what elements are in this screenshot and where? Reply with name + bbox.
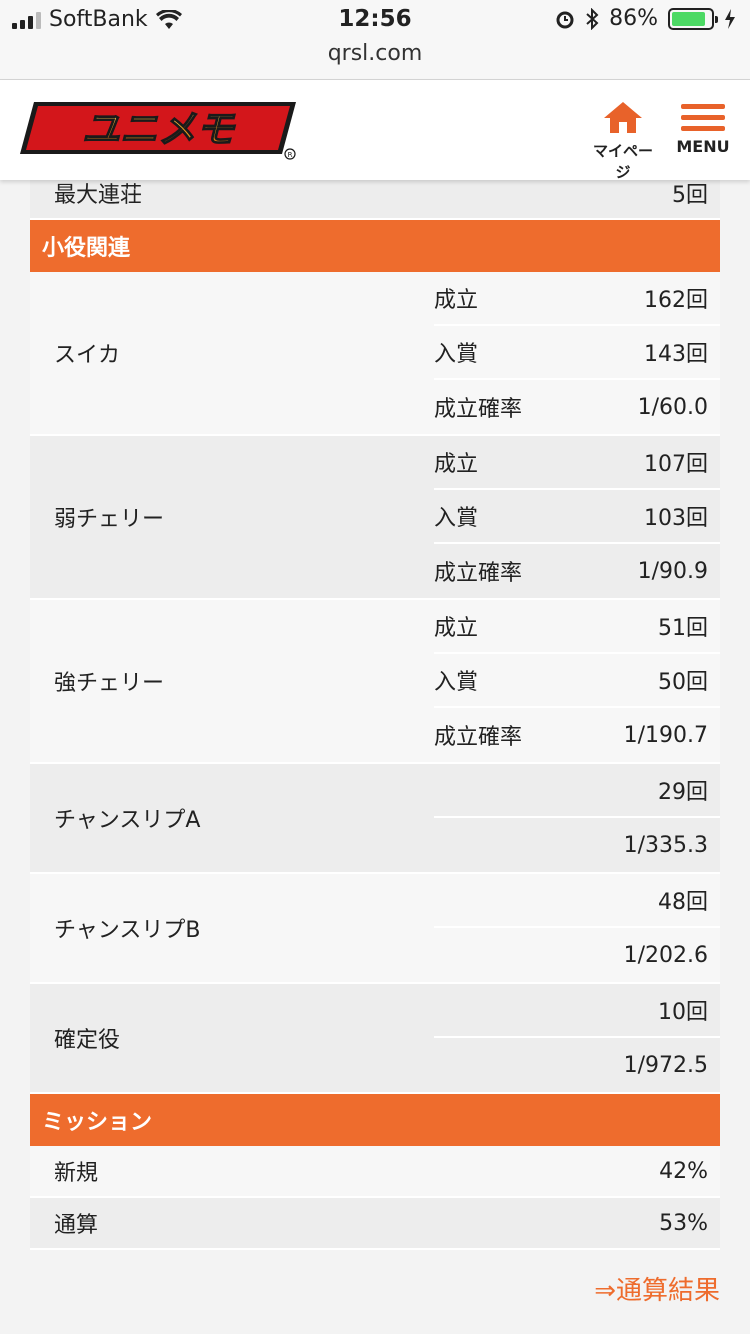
table-group: スイカ 成立 162回入賞 143回成立確率 1/60.0 bbox=[30, 272, 720, 436]
row-value: 5回 bbox=[672, 183, 708, 208]
svg-text:R: R bbox=[288, 151, 293, 159]
group-label: スイカ bbox=[54, 343, 121, 368]
row-value: 162回 bbox=[644, 288, 708, 313]
group-label: 確定役 bbox=[54, 1028, 121, 1053]
table-row: 入賞 143回 bbox=[434, 326, 720, 380]
group-label: チャンスリプB bbox=[54, 918, 201, 943]
row-value: 1/90.9 bbox=[637, 558, 708, 584]
bluetooth-icon bbox=[586, 7, 599, 30]
row-label: 成立 bbox=[434, 288, 479, 313]
row-value: 48回 bbox=[658, 890, 708, 915]
row-label: 成立 bbox=[434, 616, 479, 641]
charging-icon bbox=[725, 8, 735, 29]
row-label: 成立確率 bbox=[434, 561, 523, 586]
table-row: 新規 42% bbox=[30, 1146, 720, 1198]
address-bar[interactable]: qrsl.com bbox=[0, 40, 750, 80]
logo-text: ユニメモ bbox=[82, 107, 236, 151]
menu-label: MENU bbox=[676, 137, 730, 156]
row-value: 1/60.0 bbox=[637, 394, 708, 420]
site-header: ユニメモ R マイページ MENU bbox=[0, 80, 750, 182]
row-value: 51回 bbox=[658, 616, 708, 641]
battery-icon bbox=[668, 7, 718, 30]
table-row: 48回 bbox=[434, 874, 720, 928]
table-row: 成立 162回 bbox=[434, 272, 720, 326]
stats-table: 最大連荘 5回 小役関連 スイカ 成立 162回 入賞 143回 成立確率 1/60.0 弱チ… bbox=[30, 168, 720, 1307]
row-value: 107回 bbox=[644, 452, 708, 477]
row-label: 入賞 bbox=[434, 342, 479, 367]
group-subrows: 10回 1/972.5 bbox=[434, 984, 720, 1092]
row-value: 50回 bbox=[658, 670, 708, 695]
group-subrows: 29回 1/335.3 bbox=[434, 764, 720, 872]
link-row: ⇒通算結果 bbox=[30, 1250, 720, 1307]
row-value: 10回 bbox=[658, 1000, 708, 1025]
row-label: 成立確率 bbox=[434, 725, 523, 750]
mypage-label: マイページ bbox=[592, 142, 653, 181]
row-value: 143回 bbox=[644, 342, 708, 367]
table-row: 29回 bbox=[434, 764, 720, 818]
row-value: 1/202.6 bbox=[623, 942, 708, 968]
group-label: 弱チェリー bbox=[54, 507, 165, 532]
table-row: 成立確率 1/90.9 bbox=[434, 544, 720, 598]
alarm-icon bbox=[556, 11, 574, 28]
table-group: 強チェリー 成立 51回入賞 50回成立確率 1/190.7 bbox=[30, 600, 720, 764]
table-row: 成立確率 1/60.0 bbox=[434, 380, 720, 434]
section-header-mission: ミッション bbox=[30, 1094, 720, 1146]
group-subrows: 成立 107回入賞 103回成立確率 1/90.9 bbox=[434, 436, 720, 598]
group-label: 強チェリー bbox=[54, 671, 165, 696]
group-subrows: 成立 51回入賞 50回成立確率 1/190.7 bbox=[434, 600, 720, 762]
row-value: 1/335.3 bbox=[623, 832, 708, 858]
table-group: 弱チェリー 成立 107回入賞 103回成立確率 1/90.9 bbox=[30, 436, 720, 600]
row-value: 53% bbox=[659, 1210, 708, 1236]
site-logo[interactable]: ユニメモ R bbox=[20, 96, 300, 160]
row-label: 新規 bbox=[54, 1161, 99, 1186]
hamburger-icon bbox=[681, 104, 725, 131]
table-row: 1/972.5 bbox=[434, 1038, 720, 1092]
table-row: 10回 bbox=[434, 984, 720, 1038]
status-bar: SoftBank 12:56 86% bbox=[0, 0, 750, 40]
group-label: チャンスリプA bbox=[54, 808, 201, 833]
row-label: 入賞 bbox=[434, 670, 479, 695]
group-subrows: 成立 162回入賞 143回成立確率 1/60.0 bbox=[434, 272, 720, 434]
table-row: 成立 51回 bbox=[434, 600, 720, 654]
table-row: 入賞 50回 bbox=[434, 654, 720, 708]
table-group: チャンスリプA 29回 1/335.3 bbox=[30, 764, 720, 874]
row-label: 入賞 bbox=[434, 506, 479, 531]
table-row: 成立 107回 bbox=[434, 436, 720, 490]
row-label: 成立 bbox=[434, 452, 479, 477]
status-right: 86% bbox=[555, 6, 736, 31]
table-group: 確定役 10回 1/972.5 bbox=[30, 984, 720, 1094]
group-subrows: 48回 1/202.6 bbox=[434, 874, 720, 982]
table-row: 成立確率 1/190.7 bbox=[434, 708, 720, 762]
battery-percent: 86% bbox=[609, 6, 658, 31]
table-row: 1/202.6 bbox=[434, 928, 720, 982]
row-label: 通算 bbox=[54, 1213, 99, 1238]
row-value: 42% bbox=[659, 1158, 708, 1184]
row-value: 103回 bbox=[644, 506, 708, 531]
row-value: 1/972.5 bbox=[623, 1052, 708, 1078]
small-role-groups: スイカ 成立 162回 入賞 143回 成立確率 1/60.0 弱チェリー 成立 107回 入賞 10… bbox=[30, 272, 720, 1094]
row-value: 29回 bbox=[658, 780, 708, 805]
total-results-link[interactable]: ⇒通算結果 bbox=[594, 1276, 720, 1306]
table-row: 1/335.3 bbox=[434, 818, 720, 872]
menu-button[interactable]: MENU bbox=[672, 100, 734, 156]
section-header-small-role: 小役関連 bbox=[30, 220, 720, 272]
row-label: 最大連荘 bbox=[54, 183, 143, 208]
table-row: 入賞 103回 bbox=[434, 490, 720, 544]
table-row: 通算 53% bbox=[30, 1198, 720, 1250]
mypage-button[interactable]: マイページ bbox=[590, 100, 656, 182]
home-icon bbox=[604, 102, 642, 133]
table-group: チャンスリプB 48回 1/202.6 bbox=[30, 874, 720, 984]
row-label: 成立確率 bbox=[434, 397, 523, 422]
row-value: 1/190.7 bbox=[623, 722, 708, 748]
